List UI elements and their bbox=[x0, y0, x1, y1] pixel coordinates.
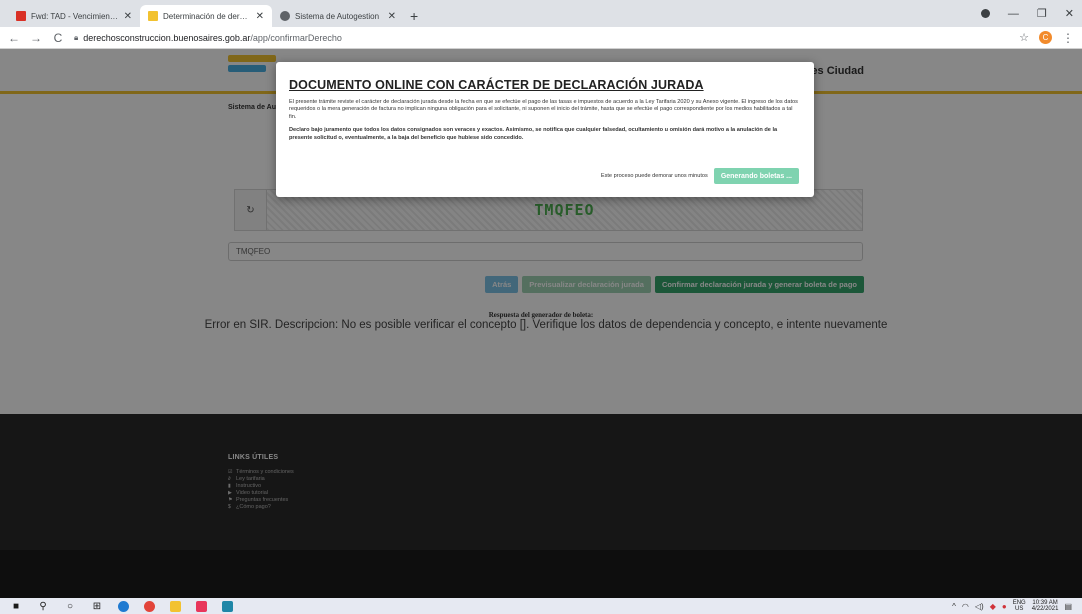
notifications-icon[interactable]: ▤ bbox=[1064, 602, 1072, 611]
bookmark-star-icon[interactable]: ☆ bbox=[1019, 31, 1029, 44]
browser-tab-gmail[interactable]: Fwd: TAD - Vencimiento de Pode ✕ bbox=[8, 5, 140, 27]
gmail-icon bbox=[16, 11, 26, 21]
volume-icon[interactable]: ◁) bbox=[975, 602, 984, 611]
generating-boletas-button[interactable]: Generando boletas ... bbox=[713, 168, 799, 184]
system-clock[interactable]: 10:39 AM 4/22/2021 bbox=[1032, 600, 1059, 613]
url-path: /app/confirmarDerecho bbox=[250, 32, 342, 43]
close-window-icon[interactable]: ✕ bbox=[1065, 7, 1074, 20]
address-bar-row: ← → C 🔒︎ derechosconstruccion.buenosaire… bbox=[0, 27, 1082, 49]
modal-process-note: Este proceso puede demorar unos minutos bbox=[600, 173, 708, 179]
minimize-icon[interactable]: — bbox=[1008, 8, 1019, 20]
lang-region: US bbox=[1015, 606, 1024, 612]
browser-tab-strip: Fwd: TAD - Vencimiento de Pode ✕ Determi… bbox=[0, 0, 1082, 27]
browser-tab-derechos[interactable]: Determinación de derechos de C ✕ bbox=[140, 5, 272, 27]
search-icon[interactable]: ⚲ bbox=[37, 601, 49, 612]
restore-icon[interactable]: ❐ bbox=[1037, 7, 1047, 20]
language-indicator[interactable]: ENG US bbox=[1013, 600, 1026, 613]
close-tab-icon[interactable]: ✕ bbox=[256, 11, 264, 22]
close-tab-icon[interactable]: ✕ bbox=[124, 11, 132, 22]
app-teal-icon[interactable] bbox=[222, 600, 233, 612]
declaration-modal: DOCUMENTO ONLINE CON CARÁCTER DE DECLARA… bbox=[276, 62, 814, 197]
file-explorer-icon[interactable] bbox=[170, 600, 181, 612]
url-field[interactable]: 🔒︎ derechosconstruccion.buenosaires.gob.… bbox=[74, 33, 342, 43]
close-tab-icon[interactable]: ✕ bbox=[388, 11, 396, 22]
chrome-icon[interactable] bbox=[144, 600, 155, 612]
window-controls: — ❐ ✕ bbox=[980, 0, 1082, 27]
ba-favicon-icon bbox=[148, 11, 158, 21]
new-tab-button[interactable]: + bbox=[410, 5, 418, 27]
tab-title: Determinación de derechos de C bbox=[163, 11, 251, 21]
back-arrow-icon[interactable]: ← bbox=[8, 31, 20, 45]
modal-title: DOCUMENTO ONLINE CON CARÁCTER DE DECLARA… bbox=[289, 78, 704, 92]
tray-chevron-icon[interactable]: ^ bbox=[952, 602, 956, 611]
windows-start-icon[interactable]: ■ bbox=[10, 601, 22, 612]
browser-menu-icon[interactable]: ⋮ bbox=[1062, 31, 1074, 45]
task-view-icon[interactable]: ⊞ bbox=[91, 601, 103, 612]
browser-tab-autogestion[interactable]: Sistema de Autogestion ✕ bbox=[272, 5, 404, 27]
app-red-icon[interactable] bbox=[196, 600, 207, 612]
profile-avatar[interactable]: C bbox=[1039, 31, 1052, 44]
cortana-icon[interactable]: ○ bbox=[64, 601, 76, 612]
chrome-tray-icon[interactable]: ● bbox=[1002, 602, 1007, 611]
tray-app-icon[interactable]: ◆ bbox=[990, 602, 996, 611]
lock-icon: 🔒︎ bbox=[74, 32, 79, 42]
clock-date: 4/22/2021 bbox=[1031, 606, 1059, 612]
os-taskbar: ■ ⚲ ○ ⊞ ^ ◠ ◁) ◆ ● ENG US 10:39 AM 4/22/… bbox=[0, 598, 1082, 614]
modal-paragraph-legal: El presente trámite reviste el carácter … bbox=[289, 99, 798, 120]
tab-title: Fwd: TAD - Vencimiento de Pode bbox=[31, 11, 119, 21]
tab-title: Sistema de Autogestion bbox=[295, 11, 380, 21]
globe-icon bbox=[280, 11, 290, 21]
modal-footer: Este proceso puede demorar unos minutos … bbox=[601, 168, 799, 184]
forward-arrow-icon[interactable]: → bbox=[30, 31, 42, 45]
edge-icon[interactable] bbox=[118, 600, 129, 612]
network-icon[interactable]: ◠ bbox=[962, 602, 969, 611]
url-host: derechosconstruccion.buenosaires.gob.ar bbox=[83, 32, 251, 43]
modal-paragraph-oath: Declaro bajo juramento que todos los dat… bbox=[289, 127, 778, 141]
reload-icon[interactable]: C bbox=[52, 31, 64, 45]
web-page: Aires Ciudad Sistema de Aut ↻ TMQFEO TMQ… bbox=[0, 49, 1082, 598]
profile-dot-icon[interactable] bbox=[980, 9, 990, 18]
